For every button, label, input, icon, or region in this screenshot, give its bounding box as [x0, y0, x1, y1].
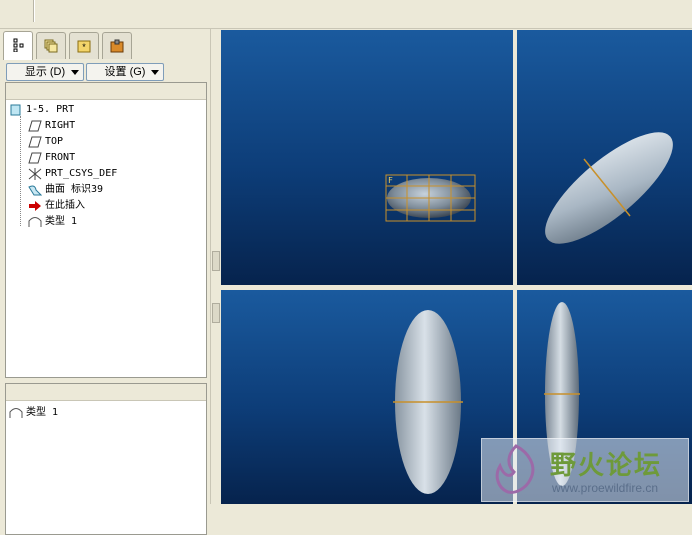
tree-root-label: 1-5. PRT [26, 104, 75, 115]
tree-item-label: 类型 1 [45, 216, 78, 227]
tree-item-front[interactable]: FRONT [28, 150, 75, 165]
tab-layers[interactable] [36, 32, 66, 59]
detail-header [6, 384, 206, 401]
show-dropdown[interactable]: 显示 (D) [6, 63, 84, 81]
ellipsoid-view-front: F [385, 174, 476, 222]
show-dropdown-label: 显示 (D) [24, 66, 66, 78]
panel-splitter[interactable] [210, 29, 221, 504]
datum-plane-icon [28, 152, 42, 163]
navigator-tabs: * [3, 31, 208, 60]
tree-item-label: PRT_CSYS_DEF [45, 168, 118, 179]
ellipsoid-view-iso [545, 132, 673, 244]
chevron-down-icon [151, 70, 159, 75]
tree-item-surface[interactable]: 曲面 标识39 [28, 182, 103, 197]
svg-text:F: F [388, 176, 393, 185]
settings-dropdown-label: 设置 (G) [104, 66, 146, 78]
part-icon [10, 104, 21, 115]
tree-item-type[interactable]: 类型 1 [28, 214, 77, 229]
model-tree[interactable]: 1-5. PRT RIGHT TOP FRONT PRT_CSYS_DEF 曲面… [5, 82, 207, 378]
tree-item-label: 曲面 标识39 [45, 184, 104, 195]
detail-item-type[interactable]: 类型 1 [9, 405, 58, 420]
settings-dropdown[interactable]: 设置 (G) [86, 63, 164, 81]
tree-item-insert-here[interactable]: 在此插入 [28, 198, 85, 213]
feature-type-icon [9, 407, 23, 418]
tab-tools[interactable] [102, 32, 132, 59]
fire-logo-icon [495, 444, 535, 494]
model-tree-icon [13, 38, 24, 52]
navigator-panel: * 显示 (D) 设置 (G) 1-5. PRT RIGHT TOP FRONT… [0, 29, 210, 535]
tree-item-right[interactable]: RIGHT [28, 118, 75, 133]
favorites-icon: * [77, 40, 91, 53]
viewport-bottom-left[interactable] [221, 290, 513, 504]
chevron-down-icon [71, 70, 79, 75]
watermark-title: 野火论坛 [550, 451, 663, 481]
tree-root[interactable]: 1-5. PRT [9, 102, 74, 117]
viewport-top-left[interactable]: F [221, 30, 513, 285]
tab-model-tree[interactable] [3, 31, 33, 60]
collapse-left-handle[interactable] [212, 251, 220, 271]
insert-here-arrow-icon [29, 200, 41, 211]
top-toolbar [0, 0, 692, 29]
surface-icon [28, 185, 42, 195]
feature-detail-box[interactable]: 类型 1 [5, 383, 207, 535]
datum-plane-icon [28, 120, 42, 131]
tree-item-label: 在此插入 [45, 200, 85, 211]
ellipsoid-view-side [393, 310, 463, 494]
feature-type-icon [28, 216, 42, 227]
tree-item-top[interactable]: TOP [28, 134, 63, 149]
tree-item-csys[interactable]: PRT_CSYS_DEF [28, 166, 117, 181]
forum-watermark: 野火论坛 www.proewildfire.cn [481, 438, 689, 502]
tree-item-label: FRONT [45, 152, 76, 163]
tools-icon [110, 39, 124, 53]
tab-favorites[interactable]: * [69, 32, 99, 59]
expand-right-handle[interactable] [212, 303, 220, 323]
toolbar-separator [33, 0, 35, 22]
detail-item-label: 类型 1 [26, 407, 59, 418]
viewport-top-right[interactable] [517, 30, 692, 285]
layers-icon [44, 39, 58, 53]
svg-text:*: * [82, 42, 86, 52]
model-tree-header [6, 83, 206, 100]
tree-connector [20, 116, 21, 226]
tree-item-label: TOP [45, 136, 64, 147]
tree-item-label: RIGHT [45, 120, 76, 131]
datum-plane-icon [28, 136, 42, 147]
csys-icon [28, 167, 42, 180]
watermark-url: www.proewildfire.cn [552, 481, 659, 495]
